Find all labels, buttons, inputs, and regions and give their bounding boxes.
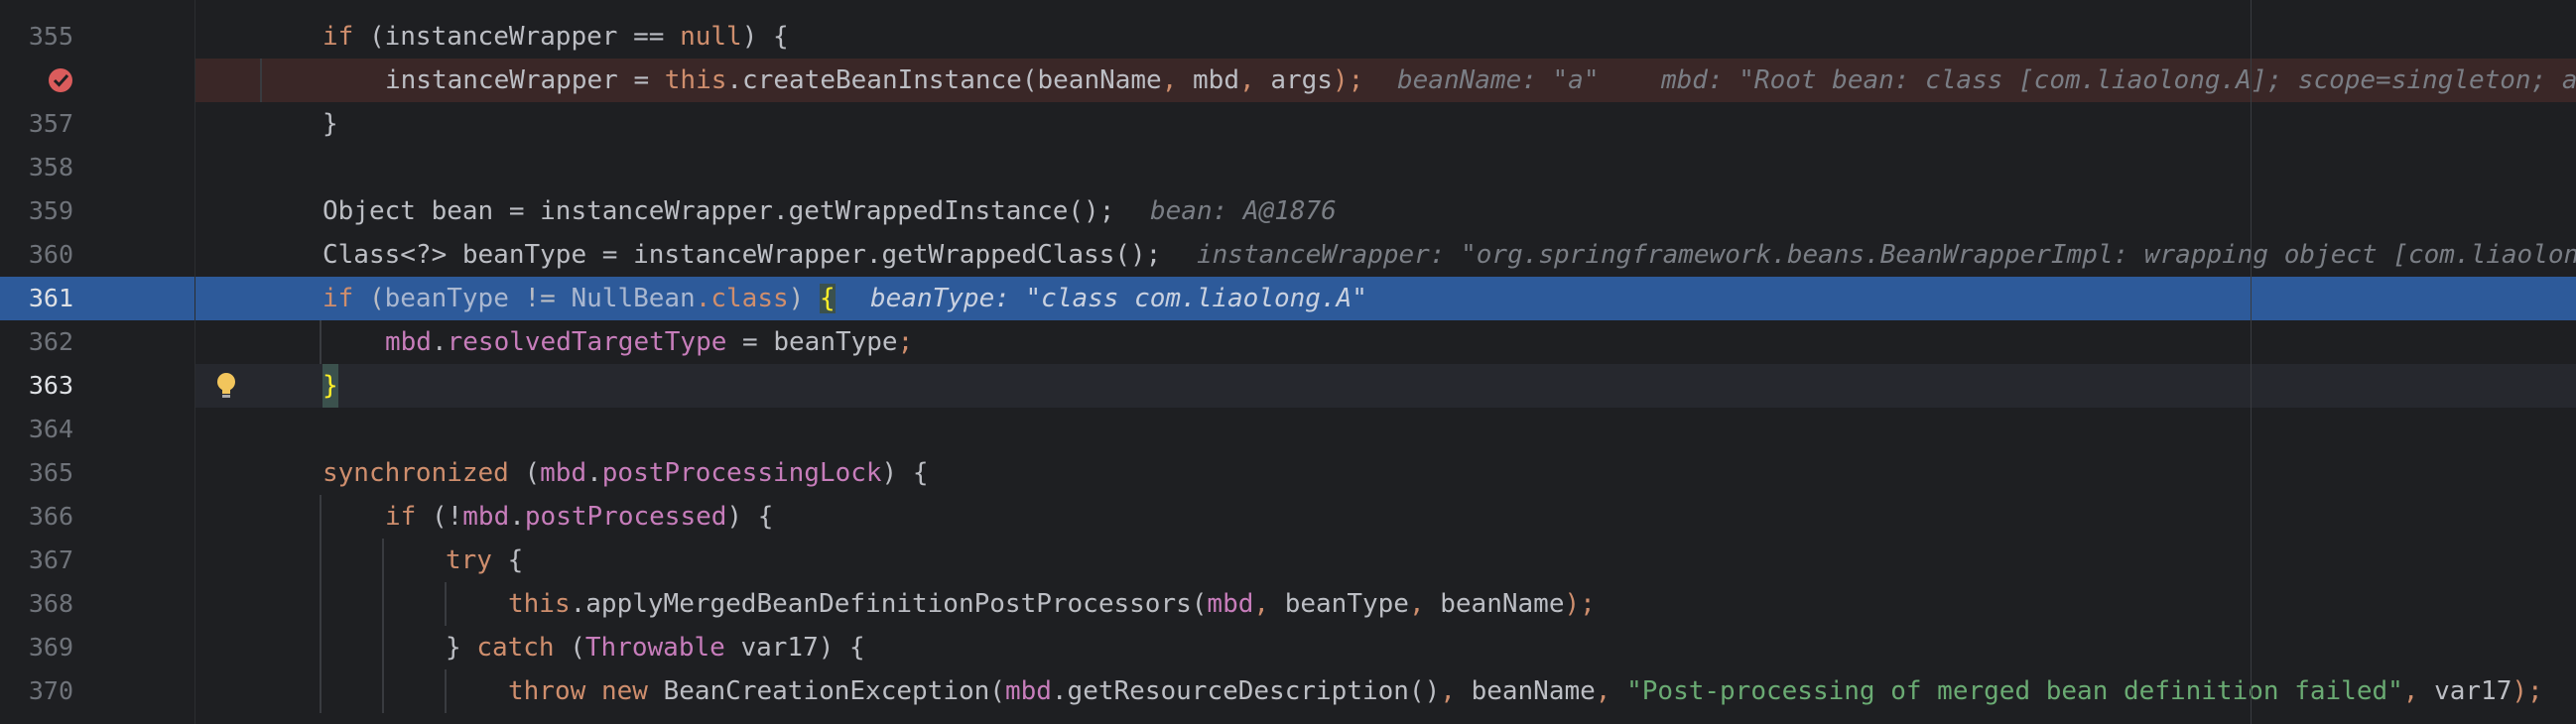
code-text: throw new BeanCreationException(mbd.getR… xyxy=(508,676,2543,706)
gutter-line[interactable]: 355 xyxy=(0,15,194,59)
code-line-breakpoint[interactable]: instanceWrapper = this.createBeanInstanc… xyxy=(194,59,2576,102)
code-text: synchronized (mbd.postProcessingLock) { xyxy=(322,458,929,488)
editor-gutter[interactable]: 355 357 358 359 360 361 362 363 364 365 … xyxy=(0,0,195,724)
gutter-line[interactable]: 368 xyxy=(0,582,194,626)
code-text: Object bean = instanceWrapper.getWrapped… xyxy=(322,196,1115,226)
indent-guide xyxy=(382,669,384,713)
indent-guide xyxy=(382,582,384,626)
gutter-line-current[interactable]: 363 xyxy=(0,364,194,408)
code-text: if (!mbd.postProcessed) { xyxy=(385,502,774,532)
code-text: if (beanType != NullBean.class) { xyxy=(322,284,836,313)
line-number: 355 xyxy=(28,22,73,51)
gutter-line[interactable]: 365 xyxy=(0,451,194,495)
debug-inline-value: bean: A@1876 xyxy=(1150,196,1337,226)
code-text: try { xyxy=(446,545,524,575)
code-text: Class<?> beanType = instanceWrapper.getW… xyxy=(322,240,1162,270)
code-line[interactable]: synchronized (mbd.postProcessingLock) { xyxy=(194,451,2576,495)
gutter-line[interactable]: 364 xyxy=(0,408,194,451)
lightbulb-icon[interactable] xyxy=(212,371,240,401)
code-text: } xyxy=(322,109,338,139)
gutter-line[interactable]: 360 xyxy=(0,233,194,277)
indent-guide xyxy=(320,669,322,713)
line-number: 360 xyxy=(28,240,73,269)
code-text: } catch (Throwable var17) { xyxy=(446,633,865,663)
current-line-number: 363 xyxy=(28,371,73,400)
line-number: 367 xyxy=(28,545,73,574)
line-number: 366 xyxy=(28,502,73,531)
debug-inline-value: instanceWrapper: "org.springframework.be… xyxy=(1197,240,2576,270)
line-number: 364 xyxy=(28,415,73,443)
indent-guide xyxy=(320,320,322,364)
indent-guide xyxy=(445,582,447,626)
line-number: 358 xyxy=(28,153,73,181)
matching-brace: } xyxy=(322,364,338,408)
line-number: 359 xyxy=(28,196,73,225)
debug-inline-value: mbd: "Root bean: class [com.liaolong.A];… xyxy=(1661,65,2576,95)
indent-guide xyxy=(260,59,262,102)
indent-guide xyxy=(320,626,322,669)
code-line-caret[interactable]: } xyxy=(194,364,2576,408)
indent-guide xyxy=(320,539,322,582)
gutter-line[interactable]: 369 xyxy=(0,626,194,669)
code-line[interactable]: Class<?> beanType = instanceWrapper.getW… xyxy=(194,233,2576,277)
gutter-line[interactable]: 370 xyxy=(0,669,194,713)
gutter-line[interactable]: 359 xyxy=(0,189,194,233)
debug-inline-value: beanName: "a" xyxy=(1397,65,1600,95)
code-text: instanceWrapper = this.createBeanInstanc… xyxy=(385,65,1364,95)
debug-inline-value: beanType: "class com.liaolong.A" xyxy=(870,284,1367,313)
code-line[interactable]: Object bean = instanceWrapper.getWrapped… xyxy=(194,189,2576,233)
indent-guide xyxy=(382,539,384,582)
indent-guide xyxy=(320,582,322,626)
gutter-line[interactable]: 362 xyxy=(0,320,194,364)
line-number: 362 xyxy=(28,327,73,356)
code-line[interactable]: throw new BeanCreationException(mbd.getR… xyxy=(194,669,2576,713)
code-line[interactable]: this.applyMergedBeanDefinitionPostProces… xyxy=(194,582,2576,626)
code-line[interactable]: } xyxy=(194,102,2576,146)
gutter-line-execution-point[interactable]: 361 xyxy=(0,277,194,320)
gutter-line[interactable] xyxy=(0,59,194,102)
right-margin-guide xyxy=(2251,0,2252,724)
code-area[interactable]: if (instanceWrapper == null) { instanceW… xyxy=(194,0,2576,724)
code-line[interactable]: if (instanceWrapper == null) { xyxy=(194,15,2576,59)
code-editor[interactable]: 355 357 358 359 360 361 362 363 364 365 … xyxy=(0,0,2576,724)
line-number: 370 xyxy=(28,676,73,705)
gutter-line[interactable]: 358 xyxy=(0,146,194,189)
line-number: 357 xyxy=(28,109,73,138)
indent-guide xyxy=(382,626,384,669)
indent-guide xyxy=(445,669,447,713)
code-text: this.applyMergedBeanDefinitionPostProces… xyxy=(508,589,1596,619)
line-number: 369 xyxy=(28,633,73,662)
code-line[interactable]: if (!mbd.postProcessed) { xyxy=(194,495,2576,539)
code-line-empty[interactable] xyxy=(194,146,2576,189)
line-number: 365 xyxy=(28,458,73,487)
gutter-line[interactable]: 357 xyxy=(0,102,194,146)
code-text: if (instanceWrapper == null) { xyxy=(322,22,789,52)
code-line[interactable]: try { xyxy=(194,539,2576,582)
line-number: 368 xyxy=(28,589,73,618)
code-line[interactable]: mbd.resolvedTargetType = beanType; xyxy=(194,320,2576,364)
gutter-line[interactable]: 366 xyxy=(0,495,194,539)
gutter-line[interactable]: 367 xyxy=(0,539,194,582)
code-line[interactable]: } catch (Throwable var17) { xyxy=(194,626,2576,669)
code-line-execution-point[interactable]: if (beanType != NullBean.class) { beanTy… xyxy=(194,277,2576,320)
code-line-empty[interactable] xyxy=(194,408,2576,451)
matching-brace: { xyxy=(819,284,836,313)
breakpoint-hit-icon[interactable] xyxy=(48,67,73,93)
indent-guide xyxy=(320,495,322,539)
line-number: 361 xyxy=(28,284,73,312)
code-text: mbd.resolvedTargetType = beanType; xyxy=(385,327,914,357)
